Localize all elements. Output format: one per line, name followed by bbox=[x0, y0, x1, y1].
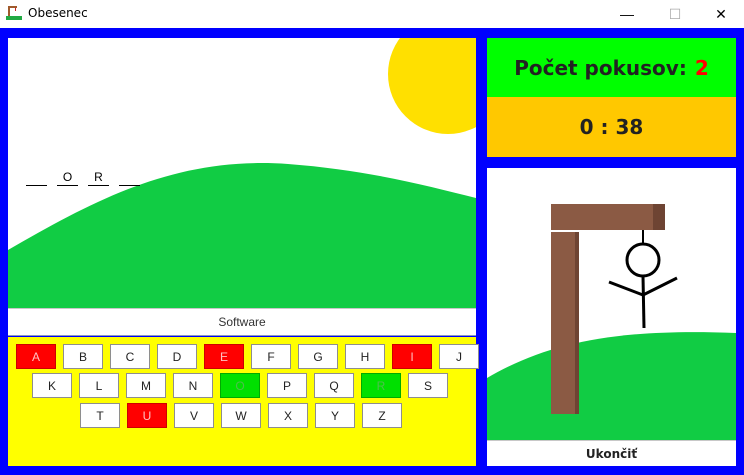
attempts-label: Počet pokusov: bbox=[514, 55, 687, 80]
letter-key-i[interactable]: I bbox=[392, 344, 432, 369]
word-slot bbox=[26, 170, 47, 186]
close-button[interactable]: ✕ bbox=[698, 0, 744, 28]
letter-key-z[interactable]: Z bbox=[362, 403, 402, 428]
letter-key-b[interactable]: B bbox=[63, 344, 103, 369]
letter-key-c[interactable]: C bbox=[110, 344, 150, 369]
gallows-beam bbox=[551, 204, 653, 230]
word-slot bbox=[119, 170, 140, 186]
stickman-left-arm bbox=[608, 280, 644, 297]
letter-key-a[interactable]: A bbox=[16, 344, 56, 369]
window-title: Obesenec bbox=[28, 6, 88, 20]
word-scene: OR bbox=[8, 38, 476, 308]
letter-key-q[interactable]: Q bbox=[314, 373, 354, 398]
letter-key-p[interactable]: P bbox=[267, 373, 307, 398]
letter-key-h[interactable]: H bbox=[345, 344, 385, 369]
hidden-word: OR bbox=[26, 170, 140, 186]
stickman-head bbox=[625, 242, 661, 278]
sun-icon bbox=[388, 38, 476, 134]
letter-keyboard: ABCDEFGHIJ KLMNOPQRS TUVWXYZ bbox=[8, 337, 479, 466]
hill-shape bbox=[487, 332, 736, 440]
close-icon: ✕ bbox=[715, 5, 727, 22]
gallows-post bbox=[551, 232, 575, 414]
letter-key-k[interactable]: K bbox=[32, 373, 72, 398]
letter-key-g[interactable]: G bbox=[298, 344, 338, 369]
letter-key-e[interactable]: E bbox=[204, 344, 244, 369]
attempts-panel: Počet pokusov: 2 bbox=[487, 38, 736, 97]
stickman-body bbox=[641, 275, 646, 329]
quit-button[interactable]: Ukončiť bbox=[487, 440, 736, 466]
letter-key-m[interactable]: M bbox=[126, 373, 166, 398]
attempts-count: 2 bbox=[694, 55, 709, 80]
letter-key-l[interactable]: L bbox=[79, 373, 119, 398]
timer-display: 0 : 38 bbox=[487, 97, 736, 157]
minimize-icon: — bbox=[620, 6, 634, 22]
letter-key-f[interactable]: F bbox=[251, 344, 291, 369]
category-label: Software bbox=[8, 308, 476, 336]
letter-key-o[interactable]: O bbox=[220, 373, 260, 398]
letter-key-u[interactable]: U bbox=[127, 403, 167, 428]
letter-key-n[interactable]: N bbox=[173, 373, 213, 398]
word-slot: R bbox=[88, 170, 109, 186]
letter-key-y[interactable]: Y bbox=[315, 403, 355, 428]
letter-key-x[interactable]: X bbox=[268, 403, 308, 428]
maximize-icon: ☐ bbox=[668, 5, 682, 22]
letter-key-r[interactable]: R bbox=[361, 373, 401, 398]
letter-key-j[interactable]: J bbox=[439, 344, 479, 369]
title-bar: Obesenec — ☐ ✕ bbox=[0, 0, 744, 28]
gallows-illustration bbox=[487, 204, 736, 440]
letter-key-v[interactable]: V bbox=[174, 403, 214, 428]
gallows-panel bbox=[487, 168, 736, 440]
letter-key-d[interactable]: D bbox=[157, 344, 197, 369]
gallows-icon bbox=[6, 6, 22, 20]
minimize-button[interactable]: — bbox=[604, 0, 650, 28]
letter-key-w[interactable]: W bbox=[221, 403, 261, 428]
letter-key-t[interactable]: T bbox=[80, 403, 120, 428]
letter-key-s[interactable]: S bbox=[408, 373, 448, 398]
word-slot: O bbox=[57, 170, 78, 186]
stickman-right-arm bbox=[642, 276, 678, 297]
maximize-button[interactable]: ☐ bbox=[652, 0, 698, 28]
